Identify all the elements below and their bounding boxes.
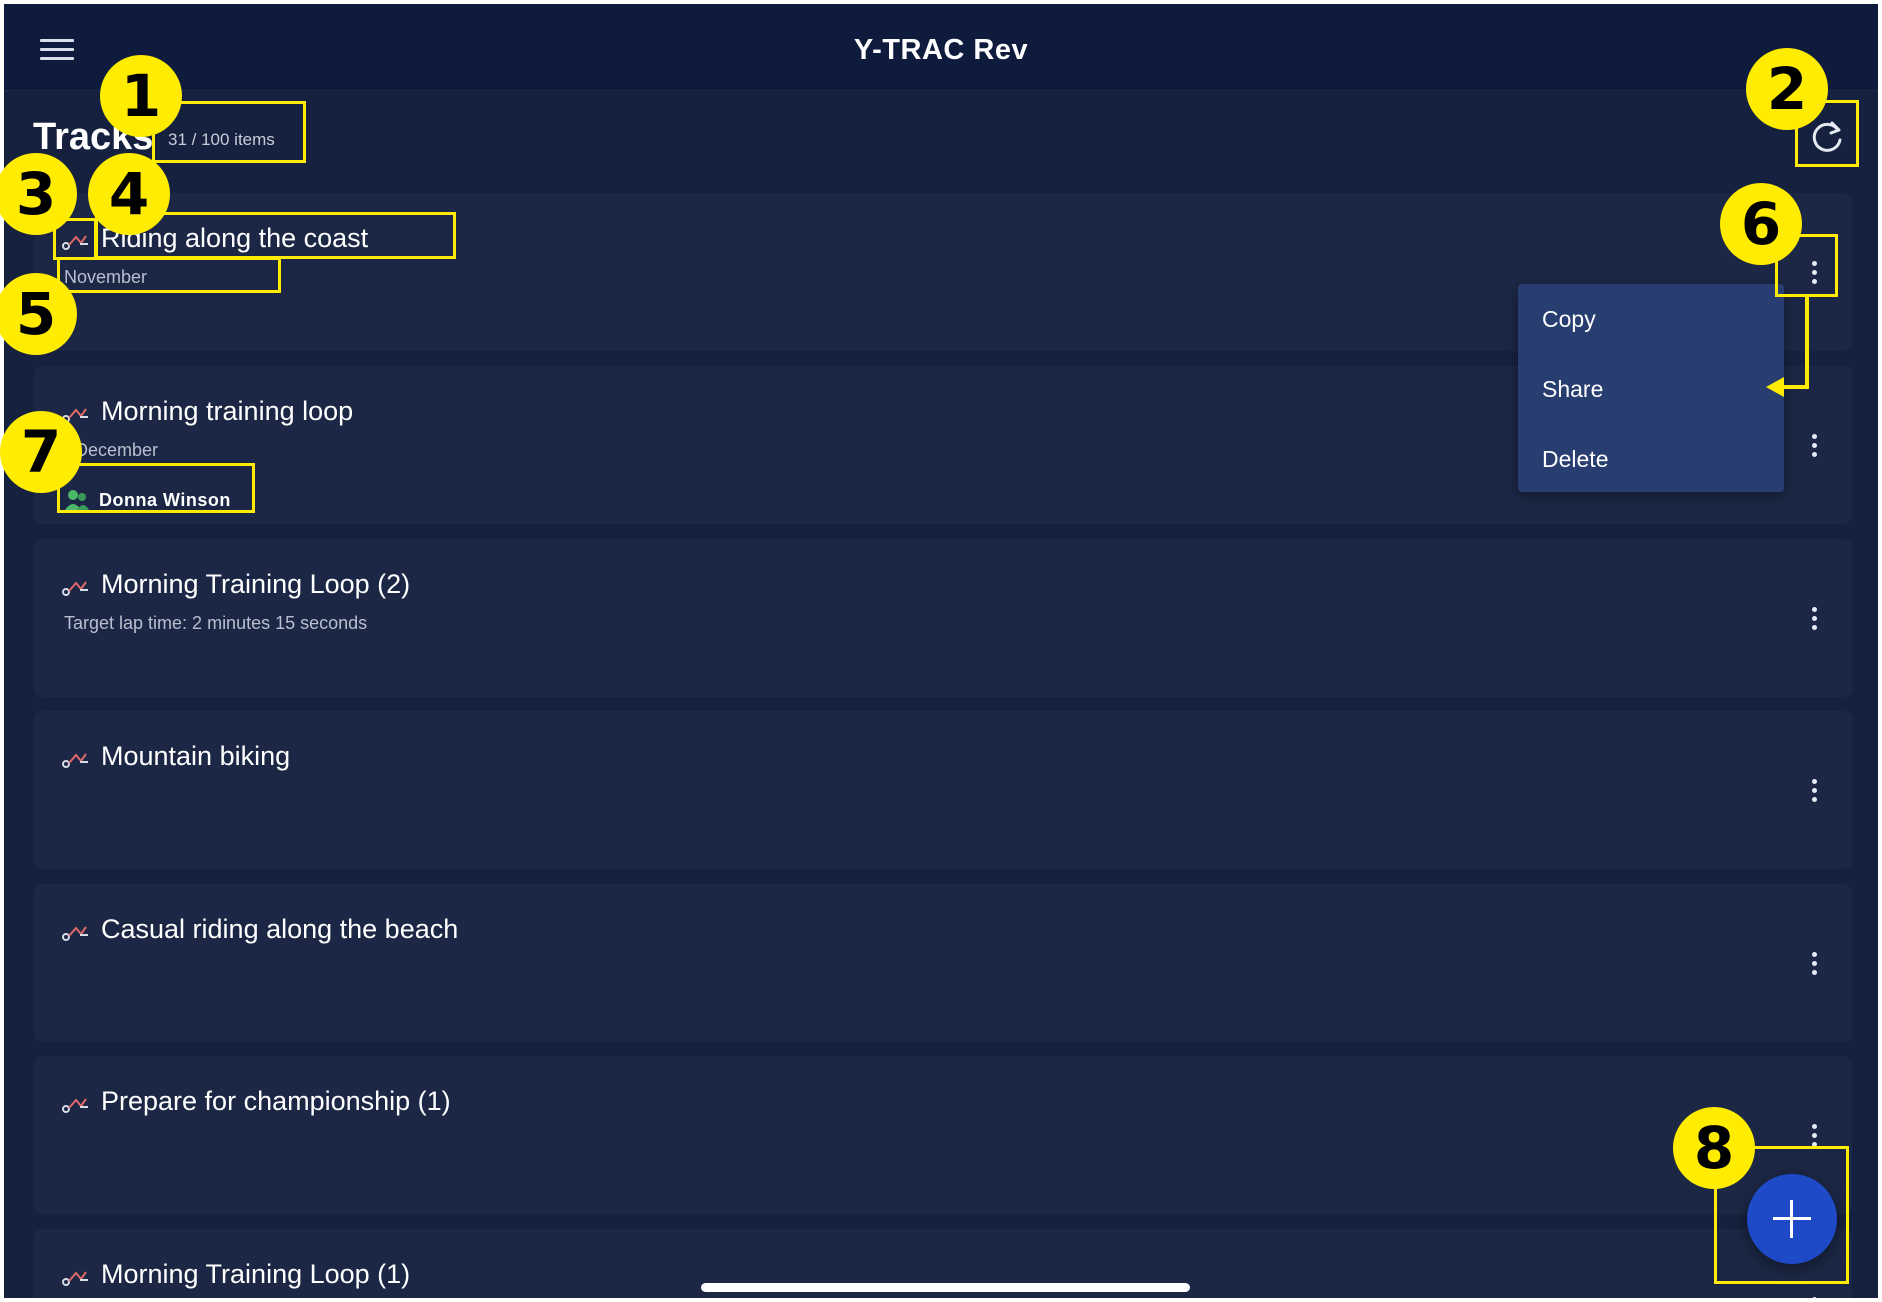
shared-user-name: Donna Winson xyxy=(99,490,231,510)
app-title: Y-TRAC Rev xyxy=(853,34,1029,66)
app-window: Y-TRAC Rev Tracks 31 / 100 items Riding … xyxy=(4,4,1878,1298)
more-vertical-icon[interactable] xyxy=(1804,1297,1824,1298)
callout-2: 2 xyxy=(1746,48,1828,130)
home-indicator xyxy=(701,1283,1190,1292)
track-route-icon xyxy=(62,1098,88,1113)
track-card[interactable]: Morning Training Loop (2) Target lap tim… xyxy=(34,539,1852,697)
more-vertical-icon[interactable] xyxy=(1804,434,1824,466)
menu-item-copy[interactable]: Copy xyxy=(1518,288,1784,348)
track-card[interactable]: Mountain biking xyxy=(34,711,1852,869)
callout-4: 4 xyxy=(88,153,170,235)
more-vertical-icon[interactable] xyxy=(1804,261,1824,293)
track-card[interactable]: Prepare for championship (1) xyxy=(34,1056,1852,1214)
track-title: Prepare for championship (1) xyxy=(101,1086,451,1116)
track-route-icon xyxy=(62,753,88,768)
menu-item-share[interactable]: Share xyxy=(1518,358,1784,418)
more-vertical-icon[interactable] xyxy=(1804,607,1824,639)
item-count-label: 31 / 100 items xyxy=(168,130,275,149)
track-context-menu: Copy Share Delete xyxy=(1518,284,1784,492)
track-subtitle: Target lap time: 2 minutes 15 seconds xyxy=(64,613,368,633)
callout-6: 6 xyxy=(1720,183,1802,265)
track-route-icon xyxy=(62,1271,88,1286)
track-route-icon xyxy=(62,926,88,941)
track-title: Morning training loop xyxy=(101,396,354,426)
callout-8: 8 xyxy=(1673,1107,1755,1189)
callout-arrow xyxy=(1766,297,1809,397)
track-route-icon xyxy=(62,581,88,596)
top-app-bar: Y-TRAC Rev xyxy=(4,4,1878,91)
track-title: Morning Training Loop (2) xyxy=(101,569,411,599)
more-vertical-icon[interactable] xyxy=(1804,779,1824,811)
callout-7: 7 xyxy=(0,411,82,493)
menu-item-delete[interactable]: Delete xyxy=(1518,428,1784,488)
track-title: Mountain biking xyxy=(101,741,291,771)
track-card[interactable]: Casual riding along the beach xyxy=(34,884,1852,1042)
shared-users-icon xyxy=(65,490,89,510)
track-subtitle: November xyxy=(64,267,148,287)
add-track-button[interactable] xyxy=(1747,1174,1837,1264)
more-vertical-icon[interactable] xyxy=(1804,952,1824,984)
track-title: Casual riding along the beach xyxy=(101,914,459,944)
callout-1: 1 xyxy=(100,55,182,137)
track-route-icon xyxy=(62,235,88,250)
track-title: Morning Training Loop (1) xyxy=(101,1259,411,1289)
refresh-icon[interactable] xyxy=(1810,118,1846,154)
more-vertical-icon[interactable] xyxy=(1804,1124,1824,1156)
